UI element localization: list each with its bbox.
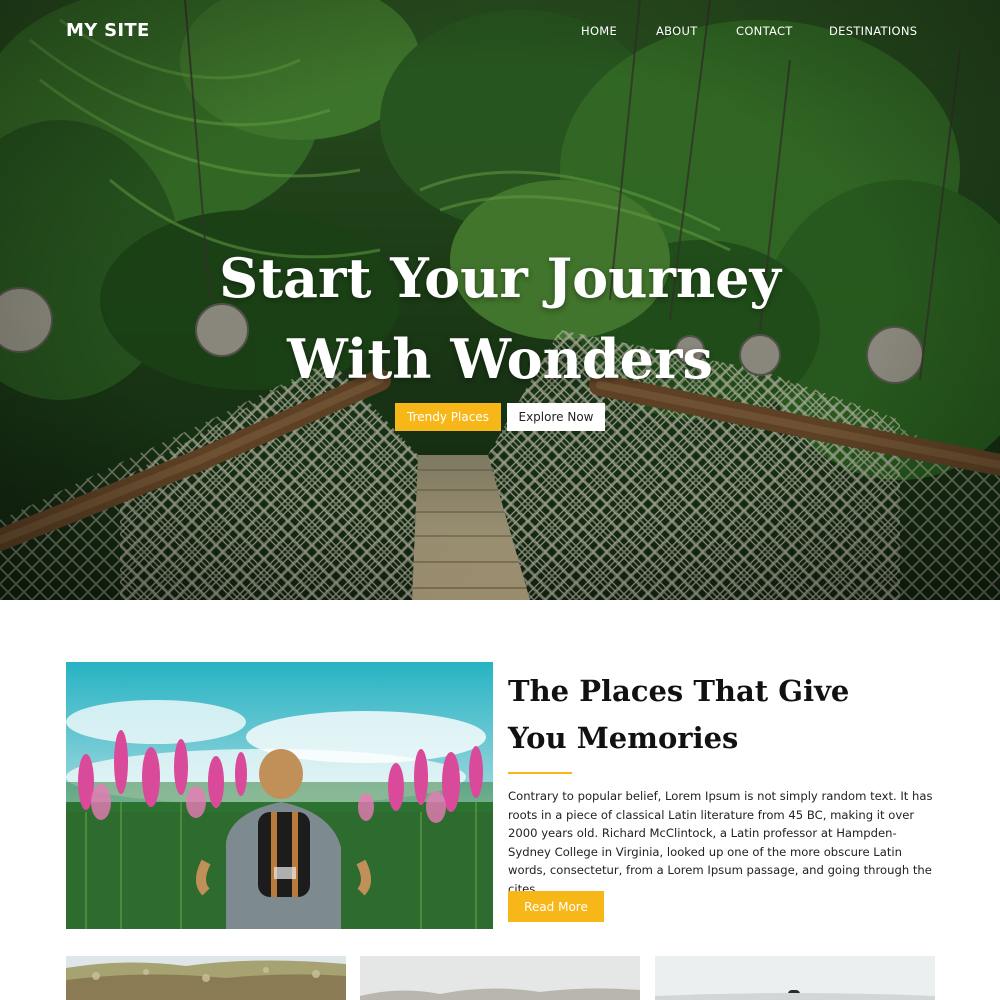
- nav-contact-link[interactable]: CONTACT: [736, 24, 793, 38]
- feature-heading-line-1: The Places That Give: [508, 674, 850, 708]
- nav-about-link[interactable]: ABOUT: [656, 24, 698, 38]
- hero-title-line-2: With Wonders: [287, 327, 713, 391]
- feature-heading: The Places That Give You Memories: [508, 668, 908, 762]
- hiker-flowers-image: [66, 662, 493, 929]
- hero-title: Start Your Journey With Wonders: [0, 238, 1000, 400]
- feature-body-text: Contrary to popular belief, Lorem Ipsum …: [508, 789, 933, 896]
- nav-home-link[interactable]: HOME: [581, 24, 617, 38]
- destination-card-3-image[interactable]: [655, 956, 935, 1000]
- hero-button-group: Trendy Places Explore Now: [0, 403, 1000, 431]
- feature-heading-line-2: You Memories: [508, 721, 739, 755]
- destination-card-1-image[interactable]: [66, 956, 346, 1000]
- nav-menu: HOME ABOUT CONTACT DESTINATIONS: [0, 24, 1000, 44]
- hero-section: MY SITE HOME ABOUT CONTACT DESTINATIONS …: [0, 0, 1000, 600]
- top-navigation: MY SITE HOME ABOUT CONTACT DESTINATIONS: [0, 0, 1000, 64]
- nav-destinations-link[interactable]: DESTINATIONS: [829, 24, 917, 38]
- heading-accent-divider: [508, 772, 572, 774]
- hero-title-line-1: Start Your Journey: [219, 246, 781, 310]
- read-more-button[interactable]: Read More: [508, 891, 604, 922]
- explore-now-button[interactable]: Explore Now: [507, 403, 605, 431]
- destination-card-2-image[interactable]: [360, 956, 640, 1000]
- trendy-places-button[interactable]: Trendy Places: [395, 403, 501, 431]
